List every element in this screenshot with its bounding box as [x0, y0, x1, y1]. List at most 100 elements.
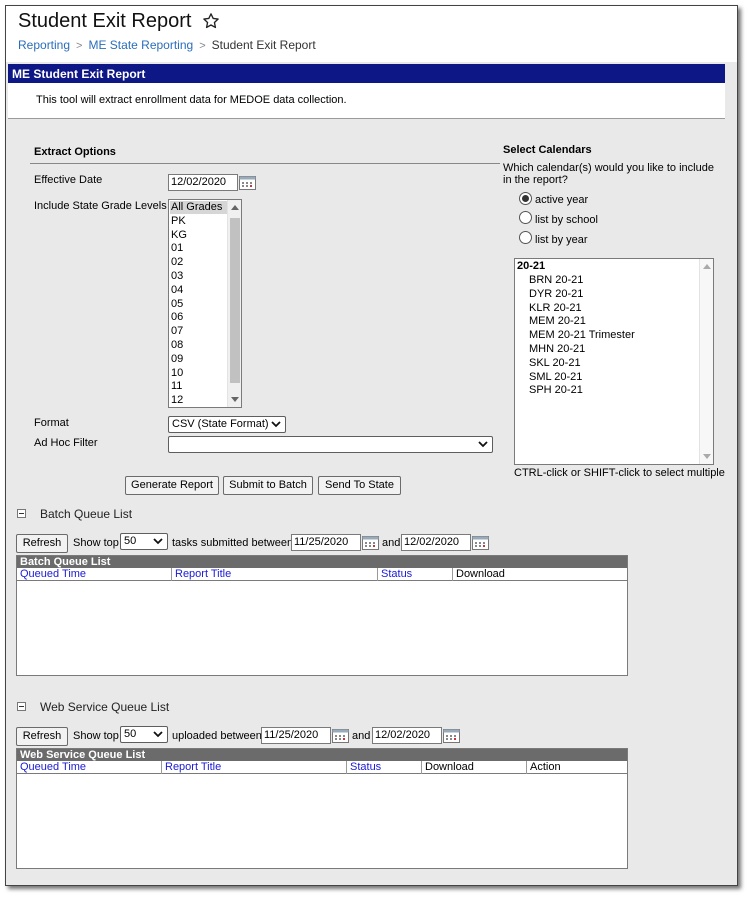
- calendar-icon[interactable]: [443, 729, 460, 743]
- format-select[interactable]: CSV (State Format): [168, 416, 286, 433]
- description-box: This tool will extract enrollment data f…: [8, 83, 725, 119]
- grade-option[interactable]: 03: [171, 270, 183, 284]
- radio-list-by-year[interactable]: [519, 231, 532, 244]
- extract-options-heading: Extract Options: [34, 146, 116, 158]
- batch-queue-title: Batch Queue List: [40, 507, 133, 521]
- grade-option[interactable]: 02: [171, 256, 183, 270]
- collapse-minus-icon[interactable]: [17, 509, 26, 518]
- calendar-icon[interactable]: [472, 536, 489, 550]
- breadcrumb-me-state-reporting[interactable]: ME State Reporting: [88, 38, 193, 52]
- calendar-option[interactable]: MEM 20-21 Trimester: [529, 329, 635, 343]
- calendar-icon[interactable]: [332, 729, 349, 743]
- grade-option[interactable]: KG: [171, 229, 187, 243]
- calendars-listbox[interactable]: 20-21 BRN 20-21 DYR 20-21 KLR 20-21 MEM 20-…: [514, 258, 714, 465]
- web-table-caption: Web Service Queue List: [17, 749, 627, 761]
- web-refresh-button[interactable]: Refresh: [16, 727, 68, 746]
- grade-option[interactable]: 12: [171, 394, 183, 407]
- grade-levels-listbox[interactable]: All Grades PK KG 01 02 03 04 05 06 07 08 09 10 11 12: [168, 199, 242, 408]
- grade-levels-label: Include State Grade Levels: [34, 200, 167, 212]
- adhoc-filter-select[interactable]: [168, 436, 493, 453]
- collapse-minus-icon[interactable]: [17, 702, 26, 711]
- breadcrumb-reporting[interactable]: Reporting: [18, 38, 70, 52]
- effective-date-label: Effective Date: [34, 174, 103, 186]
- grade-option[interactable]: 09: [171, 353, 183, 367]
- batch-queue-table: Batch Queue List Queued Time Report Titl…: [16, 555, 628, 676]
- radio-list-by-year-label: list by year: [535, 234, 588, 246]
- column-queued-time[interactable]: Queued Time: [17, 568, 172, 581]
- calendar-option[interactable]: SPH 20-21: [529, 384, 583, 398]
- calendar-year-group: 20-21: [517, 260, 546, 272]
- batch-and-label: and: [382, 537, 401, 549]
- grade-option[interactable]: 11: [171, 380, 182, 394]
- calendars-question-2: in the report?: [503, 174, 568, 186]
- batch-top-select[interactable]: 50: [120, 533, 168, 550]
- grade-scrollbar[interactable]: [227, 200, 241, 407]
- calendar-option[interactable]: BRN 20-21: [529, 274, 583, 288]
- send-to-state-button[interactable]: Send To State: [318, 476, 401, 495]
- scroll-up-icon[interactable]: [231, 205, 239, 210]
- grade-option[interactable]: 07: [171, 325, 183, 339]
- batch-refresh-button[interactable]: Refresh: [16, 534, 68, 553]
- column-report-title[interactable]: Report Title: [172, 568, 378, 581]
- chevron-right-icon: >: [199, 40, 206, 52]
- calendar-option[interactable]: MHN 20-21: [529, 343, 585, 357]
- grade-option[interactable]: 05: [171, 298, 183, 312]
- grade-option[interactable]: 08: [171, 339, 183, 353]
- report-header-bar: ME Student Exit Report: [8, 64, 725, 83]
- calendar-scrollbar[interactable]: [699, 259, 713, 464]
- grade-option[interactable]: 01: [171, 242, 183, 256]
- web-to-date-input[interactable]: 12/02/2020: [372, 727, 442, 744]
- column-status[interactable]: Status: [347, 761, 422, 774]
- adhoc-filter-label: Ad Hoc Filter: [34, 437, 98, 449]
- calendar-option[interactable]: SKL 20-21: [529, 357, 581, 371]
- column-queued-time[interactable]: Queued Time: [17, 761, 162, 774]
- column-report-title[interactable]: Report Title: [162, 761, 347, 774]
- calendar-option[interactable]: KLR 20-21: [529, 302, 582, 316]
- batch-from-date-input[interactable]: 11/25/2020: [291, 534, 361, 551]
- chevron-down-icon: [153, 731, 163, 738]
- column-download: Download: [456, 568, 505, 580]
- breadcrumb-current: Student Exit Report: [211, 38, 316, 52]
- calendar-icon[interactable]: [362, 536, 379, 550]
- effective-date-input[interactable]: 12/02/2020: [168, 174, 238, 191]
- radio-list-by-school[interactable]: [519, 211, 532, 224]
- calendar-icon[interactable]: [239, 176, 256, 190]
- app-window: Student Exit Report Reporting > ME State R…: [5, 5, 738, 886]
- chevron-down-icon: [271, 421, 281, 428]
- radio-active-year-label: active year: [535, 194, 589, 206]
- grade-option[interactable]: All Grades: [171, 201, 222, 215]
- radio-active-year[interactable]: [519, 192, 532, 205]
- calendars-question: Which calendar(s) would you like to incl…: [503, 162, 714, 174]
- page-title: Student Exit Report: [18, 10, 192, 32]
- calendar-option[interactable]: DYR 20-21: [529, 288, 583, 302]
- web-queue-table: Web Service Queue List Queued Time Repor…: [16, 748, 628, 869]
- web-top-select[interactable]: 50: [120, 726, 168, 743]
- web-show-top-label: Show top: [73, 730, 119, 742]
- grade-option[interactable]: PK: [171, 215, 186, 229]
- star-outline-icon[interactable]: [202, 12, 220, 30]
- web-from-date-input[interactable]: 11/25/2020: [261, 727, 331, 744]
- breadcrumb: Reporting > ME State Reporting > Student Exi…: [18, 38, 316, 52]
- calendar-hint: CTRL-click or SHIFT-click to select mult…: [514, 467, 725, 479]
- grade-option[interactable]: 06: [171, 311, 183, 325]
- description-text: This tool will extract enrollment data f…: [36, 94, 347, 106]
- batch-table-caption: Batch Queue List: [17, 556, 627, 568]
- scroll-down-icon[interactable]: [703, 454, 711, 459]
- calendar-option[interactable]: SML 20-21: [529, 371, 582, 385]
- divider: [30, 163, 500, 164]
- scroll-down-icon[interactable]: [231, 397, 239, 402]
- grade-option[interactable]: 04: [171, 284, 183, 298]
- column-status[interactable]: Status: [378, 568, 453, 581]
- chevron-down-icon: [153, 538, 163, 545]
- scroll-thumb[interactable]: [230, 218, 240, 383]
- chevron-down-icon: [478, 441, 488, 448]
- scroll-up-icon[interactable]: [703, 264, 711, 269]
- grade-option[interactable]: 10: [171, 367, 183, 381]
- calendar-option[interactable]: MEM 20-21: [529, 315, 586, 329]
- submit-to-batch-button[interactable]: Submit to Batch: [223, 476, 313, 495]
- batch-to-date-input[interactable]: 12/02/2020: [401, 534, 471, 551]
- generate-report-button[interactable]: Generate Report: [125, 476, 219, 495]
- radio-list-by-school-label: list by school: [535, 214, 598, 226]
- web-table-header: Queued Time Report Title Status Download…: [17, 761, 627, 774]
- column-action: Action: [530, 761, 561, 773]
